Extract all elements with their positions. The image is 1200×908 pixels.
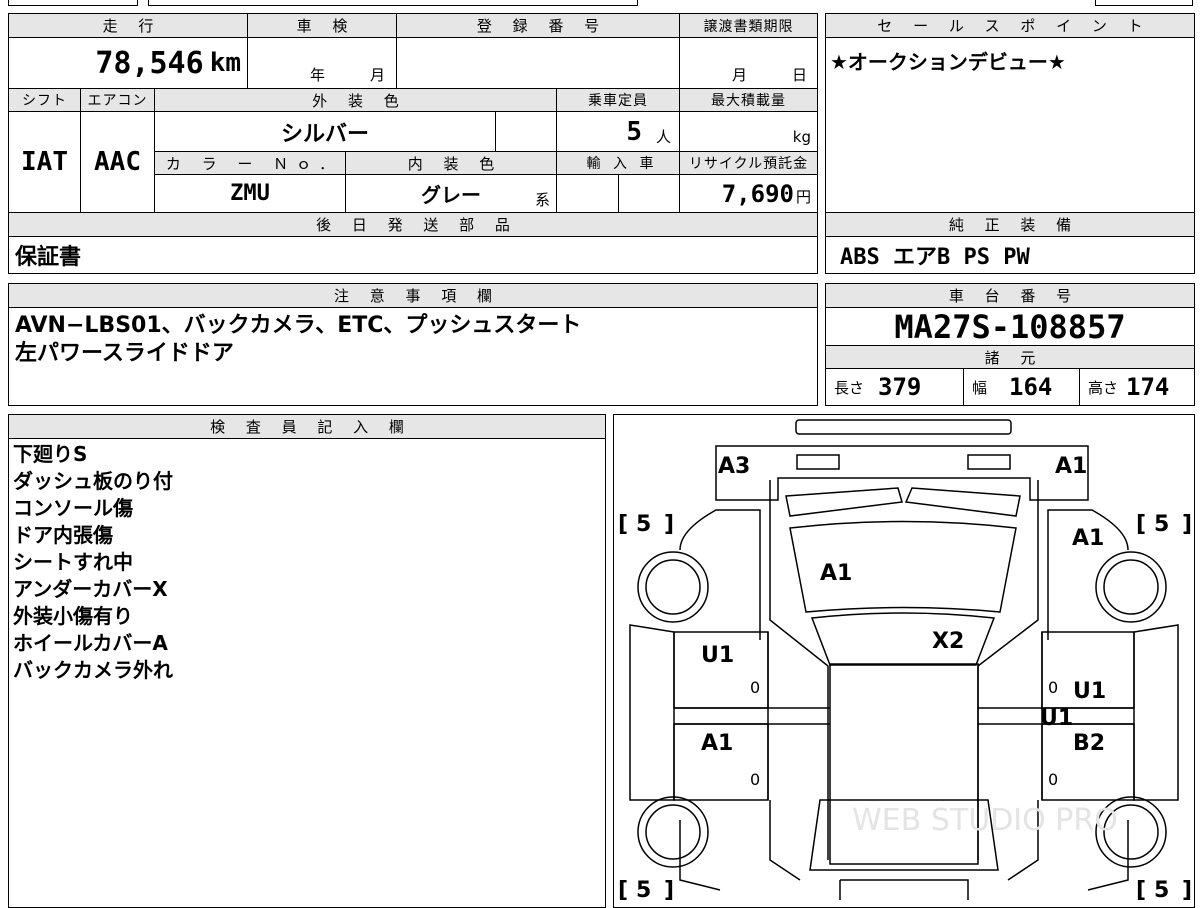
small-mark: 0 [1048,678,1058,697]
windshield-shape [810,612,996,666]
right-headlight-shape [967,454,1011,470]
tire-bracket: [ [1136,512,1146,537]
damage-code: A1 [1055,454,1087,479]
left-headlight-shape [796,454,840,470]
pillar-lines [767,632,1043,800]
tire-rl-label: 5 [636,878,651,900]
tire-fr-inner [1103,559,1159,615]
damage-code: B2 [1073,731,1105,756]
left-fender-shape [679,509,761,640]
damage-code: A1 [1072,526,1104,551]
tire-rl-shape [637,796,709,868]
tire-fr-shape [1095,551,1167,623]
rear-bumper-shape [839,879,969,900]
small-mark: 0 [1048,770,1058,789]
damage-code: X2 [932,629,964,654]
left-sill-lines [674,707,830,725]
grille-right-shape [904,487,1021,517]
tire-bracket: ] [1182,878,1192,900]
tire-bracket: ] [664,878,674,900]
tire-fl-inner [645,559,701,615]
left-step-shape [629,624,675,801]
tire-bracket: ] [1182,512,1192,537]
tire-bracket: [ [618,878,628,900]
front-end-shape [715,445,1089,501]
tire-rr-label: 5 [1154,878,1169,900]
damage-code: A1 [820,561,852,586]
damage-code: A3 [718,454,750,479]
watermark: WEB STUDIO PRO [852,803,1118,838]
tire-fr-label: 5 [1154,512,1169,537]
damage-code: U1 [1073,679,1106,704]
tire-bracket: ] [664,512,674,537]
damage-code: U1 [701,643,734,668]
tire-fl-label: 5 [636,512,651,537]
damage-code: A1 [701,731,733,756]
tire-rl-inner [645,804,701,860]
tire-fl-shape [637,551,709,623]
small-mark: 0 [750,678,760,697]
tire-bracket: [ [1136,878,1146,900]
front-bumper-shape [795,419,1012,435]
grille-left-shape [785,487,903,517]
right-step-shape [1133,624,1179,801]
tire-bracket: [ [618,512,628,537]
small-mark: 0 [750,770,760,789]
car-diagram: [ 5 ] [ 5 ] [ 5 ] [ 5 ] A3 A1 A1 A1 X2 U… [618,419,1192,900]
damage-code: U1 [1040,706,1073,731]
